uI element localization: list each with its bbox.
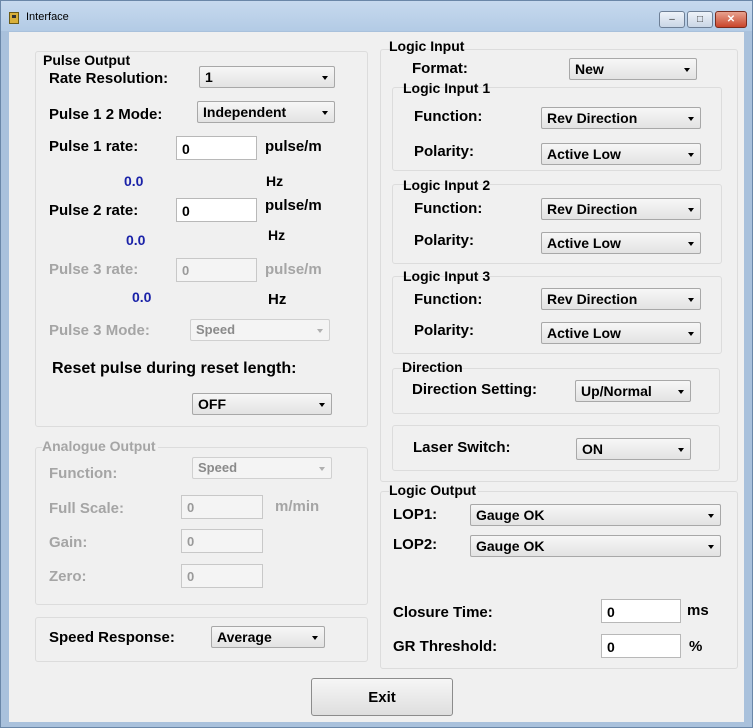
lop1-select[interactable]: Gauge OK [470,504,721,526]
reset-pulse-select[interactable]: OFF [192,393,332,415]
full-scale-unit: m/min [275,498,320,515]
chevron-down-icon [322,76,328,80]
pulse-1-rate-input[interactable]: 0 [176,136,257,160]
format-select[interactable]: New [569,58,697,80]
lop2-select[interactable]: Gauge OK [470,535,721,557]
chevron-down-icon [319,403,325,407]
pulse-12-mode-select[interactable]: Independent [197,101,335,123]
pulse-output-title: Pulse Output [43,52,131,68]
logic-input-3-polarity-select[interactable]: Active Low [541,322,701,344]
gain-input[interactable]: 0 [181,529,263,553]
chevron-down-icon [678,448,684,452]
direction-setting-select[interactable]: Up/Normal [575,380,691,402]
pulse-1-rate-label: Pulse 1 rate: [49,138,139,155]
app-icon [9,12,19,24]
logic-input-3-function-label: Function: [414,291,483,308]
logic-input-3-function-select[interactable]: Rev Direction [541,288,701,310]
pulse-3-hz-unit: Hz [268,291,287,308]
full-scale-label: Full Scale: [49,500,125,517]
logic-input-3-title: Logic Input 3 [403,268,491,284]
pulse-1-unit: pulse/m [265,138,322,155]
zero-input[interactable]: 0 [181,564,263,588]
gr-threshold-input[interactable]: 0 [601,634,681,658]
logic-input-1-function-label: Function: [414,108,483,125]
chevron-down-icon [708,545,714,549]
chevron-down-icon [688,208,694,212]
pulse-2-rate-input[interactable]: 0 [176,198,257,222]
exit-button[interactable]: Exit [311,678,453,716]
speed-response-select[interactable]: Average [211,626,325,648]
laser-switch-select[interactable]: ON [576,438,691,460]
gr-threshold-label: GR Threshold: [393,638,498,655]
chevron-down-icon [678,390,684,394]
direction-title: Direction [402,359,463,375]
maximize-icon[interactable]: □ [687,11,713,28]
laser-switch-label: Laser Switch: [413,439,511,456]
gain-label: Gain: [49,534,88,551]
rate-resolution-label: Rate Resolution: [49,70,169,87]
reset-pulse-label: Reset pulse during reset length: [52,360,297,377]
direction-setting-label: Direction Setting: [412,381,538,398]
gr-threshold-unit: % [689,638,703,655]
zero-label: Zero: [49,568,87,585]
chevron-down-icon [317,329,323,333]
logic-output-title: Logic Output [389,482,479,498]
logic-input-2-polarity-select[interactable]: Active Low [541,232,701,254]
logic-input-title: Logic Input [389,38,465,54]
logic-input-1-function-select[interactable]: Rev Direction [541,107,701,129]
client-area: Pulse Output Rate Resolution: 1 Pulse 1 … [9,32,744,722]
pulse-1-hz-unit: Hz [266,173,284,189]
speed-response-label: Speed Response: [49,629,175,646]
pulse-1-hz-value: 0.0 [124,173,144,189]
close-icon[interactable]: ✕ [715,11,747,28]
chevron-down-icon [688,332,694,336]
app-window: Interface – □ ✕ Pulse Output Rate Resolu… [0,0,753,728]
pulse-2-unit: pulse/m [265,197,322,214]
pulse-2-hz-value: 0.0 [126,232,146,248]
chevron-down-icon [708,514,714,518]
logic-input-3-polarity-label: Polarity: [414,322,475,339]
logic-input-2-polarity-label: Polarity: [414,232,475,249]
format-label: Format: [412,60,468,77]
closure-time-label: Closure Time: [393,604,493,621]
title-bar: Interface – □ ✕ [1,1,752,31]
analogue-output-title: Analogue Output [42,438,158,454]
chevron-down-icon [312,636,318,640]
chevron-down-icon [688,242,694,246]
logic-input-1-polarity-select[interactable]: Active Low [541,143,701,165]
closure-time-input[interactable]: 0 [601,599,681,623]
chevron-down-icon [322,111,328,115]
logic-input-2-function-label: Function: [414,200,483,217]
analogue-function-label: Function: [49,465,118,482]
pulse-12-mode-label: Pulse 1 2 Mode: [49,106,163,123]
rate-resolution-select[interactable]: 1 [199,66,335,88]
chevron-down-icon [684,68,690,72]
pulse-3-mode-label: Pulse 3 Mode: [49,322,150,339]
full-scale-input[interactable]: 0 [181,495,263,519]
chevron-down-icon [688,153,694,157]
window-title: Interface [26,11,69,23]
logic-input-1-polarity-label: Polarity: [414,143,475,160]
pulse-3-hz-value: 0.0 [132,289,152,305]
chevron-down-icon [688,298,694,302]
pulse-2-rate-label: Pulse 2 rate: [49,202,139,219]
pulse-3-mode-select[interactable]: Speed [190,319,330,341]
logic-input-1-title: Logic Input 1 [403,80,491,96]
pulse-3-rate-label: Pulse 3 rate: [49,261,139,278]
closure-time-unit: ms [687,602,709,619]
logic-input-2-function-select[interactable]: Rev Direction [541,198,701,220]
chevron-down-icon [688,117,694,121]
analogue-function-select[interactable]: Speed [192,457,332,479]
minimize-icon[interactable]: – [659,11,685,28]
pulse-3-unit: pulse/m [265,261,322,278]
pulse-3-rate-input[interactable]: 0 [176,258,257,282]
lop1-label: LOP1: [393,506,438,523]
pulse-2-hz-unit: Hz [268,227,286,243]
logic-input-2-title: Logic Input 2 [403,177,491,193]
chevron-down-icon [319,467,325,471]
lop2-label: LOP2: [393,536,438,553]
